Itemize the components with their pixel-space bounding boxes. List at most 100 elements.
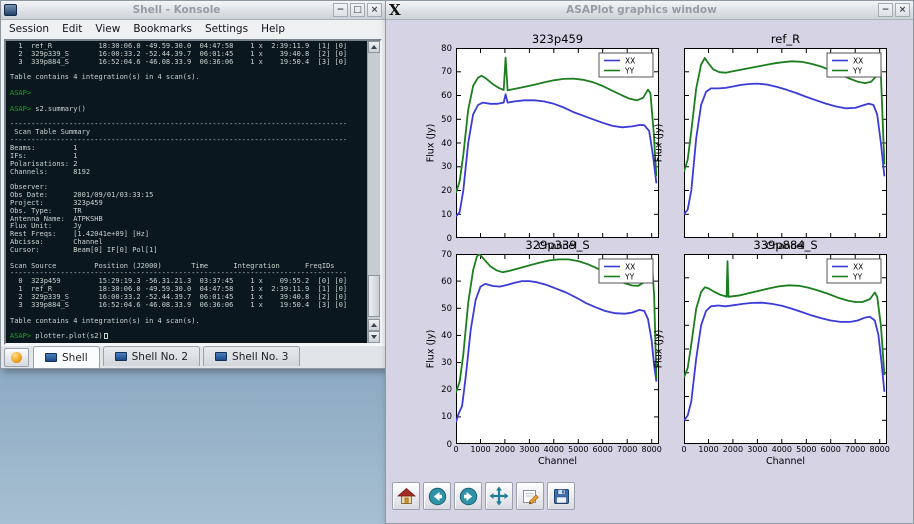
figure-canvas[interactable]: XXYY323p459Flux (Jy)Channel0102030405060… [386, 20, 913, 523]
terminal-line: 3 339p884_S 16:52:04.6 -46.08.33.9 06:36… [10, 302, 365, 310]
menu-edit[interactable]: Edit [62, 23, 82, 35]
tab-shell-no-3[interactable]: Shell No. 3 [203, 346, 300, 366]
x-axis-label: Channel [456, 456, 659, 467]
terminal-line: ASAP> s2.summary() [10, 106, 365, 114]
terminal-frame: 1 ref_R 18:30:06.0 -49.59.30.0 04:47:58 … [4, 39, 382, 345]
terminal-titlebar[interactable]: Shell - Konsole − □ × [1, 1, 385, 20]
legend: XXYY [827, 259, 881, 283]
y-tick-label: 20 [425, 385, 452, 395]
asap-prompt: ASAP> [10, 105, 31, 113]
back-button[interactable] [423, 482, 451, 510]
subplot-329p339-S: XXYY329p339_SFlux (Jy)Channel01020304050… [456, 254, 659, 444]
y-tick-label: 60 [425, 277, 452, 287]
terminal-line: Table contains 4 integration(s) in 4 sca… [10, 318, 365, 326]
plot-titlebar[interactable]: X ASAPlot graphics window − × [386, 1, 913, 20]
x-axis-label: Channel [684, 456, 887, 467]
y-tick-label: 30 [425, 358, 452, 368]
scroll-up-icon[interactable] [368, 319, 380, 331]
subplot-323p459: XXYY323p459Flux (Jy)Channel0102030405060… [456, 48, 659, 238]
y-tick-label: 30 [425, 162, 452, 172]
terminal-line: Channels: 8192 [10, 169, 365, 177]
shell-icon [215, 352, 227, 361]
legend: XXYY [827, 53, 881, 77]
menu-bar: Session Edit View Bookmarks Settings Help [1, 20, 385, 37]
menu-view[interactable]: View [95, 23, 120, 35]
svg-text:YY: YY [852, 67, 863, 76]
menu-settings[interactable]: Settings [205, 23, 248, 35]
terminal-window: Shell - Konsole − □ × Session Edit View Boo… [0, 0, 386, 369]
svg-text:YY: YY [624, 67, 635, 76]
tab-shell-no-2[interactable]: Shell No. 2 [103, 346, 200, 366]
forward-arrow-icon [459, 487, 478, 506]
maximize-icon[interactable]: □ [350, 3, 365, 17]
legend: XXYY [599, 53, 653, 77]
pan-move-icon [489, 486, 509, 506]
close-icon[interactable]: × [367, 3, 382, 17]
home-button[interactable] [392, 482, 420, 510]
menu-bookmarks[interactable]: Bookmarks [133, 23, 192, 35]
plot-window-title: ASAPlot graphics window [405, 4, 878, 16]
subplot-339p884-S: XXYY339p884_SFlux (Jy)Channel01000200030… [684, 254, 887, 444]
home-icon [397, 487, 416, 506]
axes-canvas[interactable]: XXYY [456, 254, 659, 444]
x11-app-icon: X [389, 3, 405, 18]
svg-text:XX: XX [625, 263, 635, 272]
new-session-icon [11, 352, 22, 363]
shell-icon [115, 352, 127, 361]
y-tick-label: 20 [425, 186, 452, 196]
tab-strip: Shell Shell No. 2 Shell No. 3 [33, 346, 303, 368]
legend: XXYY [599, 259, 653, 283]
terminal-line [10, 82, 365, 90]
terminal-scrollbar[interactable] [367, 41, 380, 343]
minimize-icon[interactable]: − [878, 3, 893, 17]
axes-canvas[interactable]: XXYY [456, 48, 659, 238]
y-tick-label: 40 [425, 331, 452, 341]
axes-canvas[interactable]: XXYY [684, 254, 887, 444]
chart-title: 329p339_S [456, 238, 659, 252]
y-tick-label: 80 [425, 44, 452, 54]
tab-label: Shell No. 3 [232, 351, 288, 363]
pan-button[interactable] [485, 482, 513, 510]
terminal-line: ASAP> plotter.plot(s2) [10, 333, 365, 341]
plot-window: X ASAPlot graphics window − × XXYY323p45… [385, 0, 914, 524]
menu-session[interactable]: Session [9, 23, 49, 35]
desktop: Shell - Konsole − □ × Session Edit View Boo… [0, 0, 914, 524]
asap-prompt: ASAP> [10, 89, 31, 97]
svg-text:XX: XX [853, 57, 863, 66]
scroll-down-icon[interactable] [368, 331, 380, 343]
y-tick-label: 50 [425, 304, 452, 314]
y-tick-label: 70 [425, 250, 452, 260]
close-icon[interactable]: × [895, 3, 910, 17]
forward-button[interactable] [454, 482, 482, 510]
svg-text:YY: YY [624, 273, 635, 282]
back-arrow-icon [428, 487, 447, 506]
tab-shell[interactable]: Shell [33, 346, 100, 368]
configure-subplots-button[interactable] [516, 482, 544, 510]
tab-label: Shell [62, 352, 88, 364]
terminal-screen[interactable]: 1 ref_R 18:30:06.0 -49.59.30.0 04:47:58 … [10, 43, 365, 343]
minimize-icon[interactable]: − [333, 3, 348, 17]
session-tabbar: Shell Shell No. 2 Shell No. 3 [1, 345, 385, 368]
y-tick-label: 40 [425, 139, 452, 149]
plot-toolbar [392, 482, 575, 510]
y-tick-label: 60 [425, 91, 452, 101]
scroll-up-icon[interactable] [368, 41, 380, 53]
chart-title: 339p884_S [684, 238, 887, 252]
y-tick-label: 70 [425, 67, 452, 77]
x-tick-label: 8000 [638, 445, 666, 454]
new-session-button[interactable] [4, 348, 29, 367]
chart-title: 323p459 [456, 32, 659, 46]
y-axis-label: Flux (Jy) [654, 330, 665, 369]
terminal-line: 3 339p884_S 16:52:04.6 -46.08.33.9 06:36… [10, 59, 365, 67]
svg-text:XX: XX [625, 57, 635, 66]
terminal-line: ASAP> [10, 90, 365, 98]
y-tick-label: 10 [425, 210, 452, 220]
save-button[interactable] [547, 482, 575, 510]
chart-title: ref_R [684, 32, 887, 46]
axes-canvas[interactable]: XXYY [684, 48, 887, 238]
scrollbar-thumb[interactable] [368, 275, 380, 317]
edit-page-icon [521, 487, 540, 506]
menu-help[interactable]: Help [261, 23, 285, 35]
terminal-cursor [104, 333, 108, 339]
svg-text:XX: XX [853, 263, 863, 272]
